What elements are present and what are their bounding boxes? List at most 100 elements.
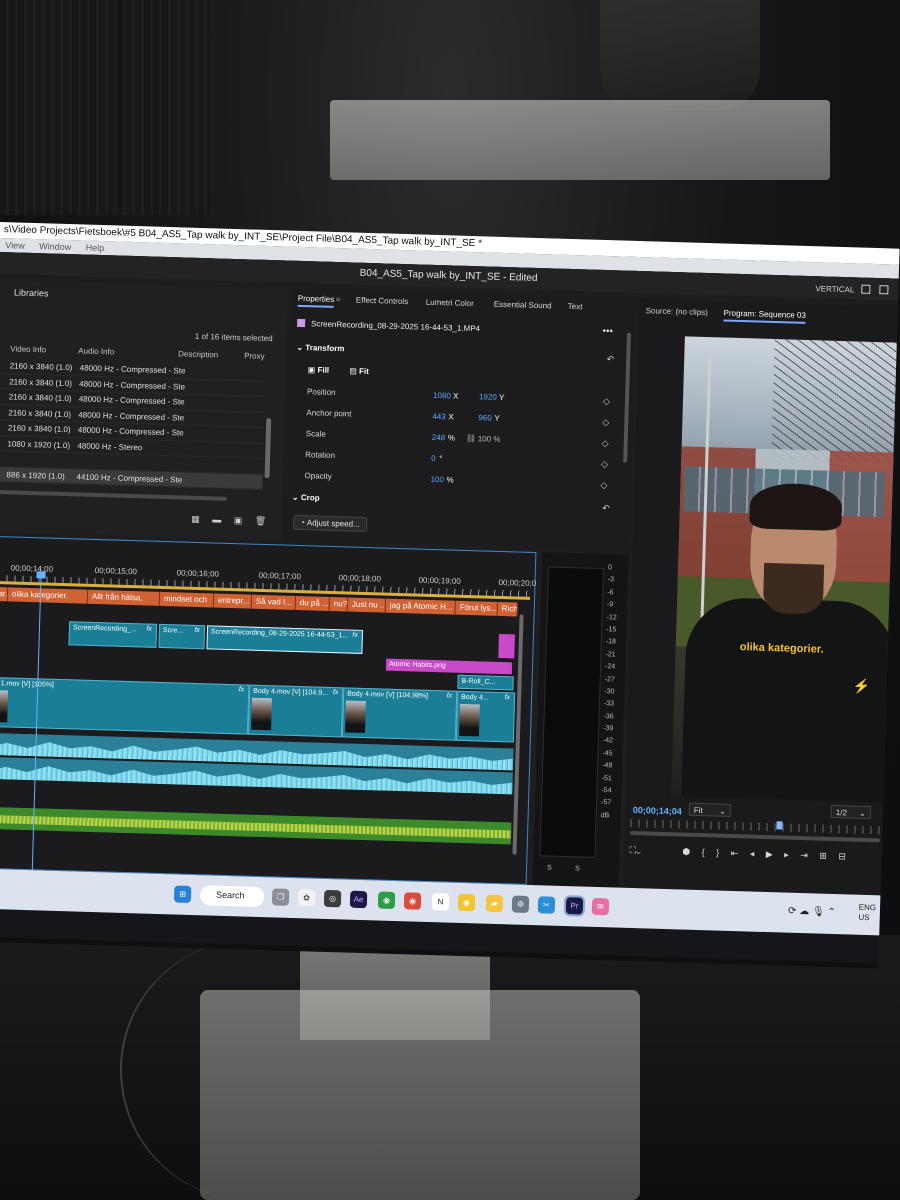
workspace-label[interactable]: VERTICAL — [815, 284, 854, 294]
col-video-info[interactable]: Video Info — [10, 344, 46, 354]
step-back-icon[interactable]: ◂ — [750, 849, 755, 859]
tab-essential-sound[interactable]: Essential Sound — [494, 300, 552, 311]
caption-clip[interactable]: mindset och — [159, 591, 215, 608]
project-hscrollbar[interactable] — [0, 489, 227, 501]
col-description[interactable]: Description — [178, 349, 218, 359]
marker-icon[interactable]: ⬢ — [682, 847, 690, 857]
program-timecode[interactable]: 00;00;14;04 — [633, 805, 682, 816]
anchor-x[interactable]: 443 — [432, 412, 446, 421]
chevron-up-icon[interactable]: ⌃ — [827, 907, 836, 918]
panel-icon[interactable] — [861, 284, 871, 294]
notion-icon[interactable]: N — [431, 893, 450, 911]
position-y[interactable]: 1920 — [479, 392, 497, 402]
caption-clip[interactable]: Just nu ... — [347, 597, 386, 613]
chrome-canary-icon[interactable]: ◉ — [457, 893, 476, 912]
reset-crop-icon[interactable]: ↶ — [602, 503, 610, 514]
broll-clip[interactable]: B-Roll_C... — [457, 674, 514, 691]
keyframe-icon[interactable]: ◇ — [603, 396, 610, 407]
caption-clip[interactable]: Förut lys... — [455, 600, 498, 616]
snipping-tool-icon[interactable]: ✂ — [537, 896, 556, 914]
play-icon[interactable]: ▶ — [766, 849, 773, 859]
folder-icon[interactable]: ▬ — [212, 514, 221, 524]
graphic-clip-atomic-habits[interactable]: Atomic Habits.png — [385, 658, 513, 675]
caption-clip[interactable]: Så vad I... — [251, 594, 297, 610]
scale-value[interactable]: 248 — [432, 433, 446, 442]
solo-left-button[interactable]: S — [547, 865, 552, 872]
rotation-value[interactable]: 0 — [431, 454, 436, 463]
fill-button[interactable]: ▣ Fill — [308, 365, 330, 375]
adjust-speed-button[interactable]: ◔ Adjust speed... — [292, 514, 367, 533]
program-playhead[interactable] — [776, 821, 783, 830]
tab-text[interactable]: Text — [568, 302, 583, 311]
video-clip-selected[interactable]: ScreenRecording_08-29-2025 16-44-53_1...… — [206, 625, 364, 654]
taskbar-search[interactable]: Search — [199, 885, 265, 908]
widgets-icon[interactable]: ✿ — [297, 889, 316, 907]
refresh-icon[interactable]: ⟳ — [788, 906, 797, 917]
tab-lumetri-color[interactable]: Lumetri Color — [426, 298, 474, 308]
start-icon[interactable]: ⊞ — [173, 885, 192, 903]
chrome-profile-icon[interactable]: ◉ — [403, 892, 422, 910]
step-forward-icon[interactable]: ▸ — [784, 850, 789, 860]
extract-icon[interactable]: ⊟ — [838, 851, 846, 861]
davinci-icon[interactable]: ◎ — [323, 889, 342, 908]
video-clip[interactable]: ScreenRecording_... fx — [68, 621, 158, 648]
chrome-icon[interactable]: ◉ — [377, 891, 396, 910]
properties-scrollbar[interactable] — [623, 332, 631, 463]
trash-icon[interactable]: 🗑 — [255, 516, 267, 526]
reset-transform-icon[interactable]: ↶ — [606, 354, 615, 365]
timeline-playhead-handle[interactable] — [36, 571, 46, 579]
cloud-icon[interactable]: ☁ — [799, 906, 809, 917]
solo-right-button[interactable]: S — [575, 865, 580, 872]
tab-source[interactable]: Source: (no clips) — [646, 306, 708, 317]
mic-icon[interactable]: 🎙 — [812, 906, 825, 917]
main-video-clip[interactable]: Body 4.mov [V] [104.98%] fx — [341, 687, 458, 741]
menu-help[interactable]: Help — [86, 243, 105, 254]
resolution-select[interactable]: 1/2 ⌄ — [830, 804, 872, 820]
after-effects-icon[interactable]: Ae — [349, 890, 368, 909]
caption-clip[interactable]: jag på Atomic H... — [385, 598, 456, 615]
lift-icon[interactable]: ⊞ — [819, 851, 827, 861]
keyframe-icon[interactable]: ◇ — [601, 459, 608, 470]
col-proxy[interactable]: Proxy — [244, 351, 265, 361]
col-audio-info[interactable]: Audio Info — [78, 346, 114, 356]
anchor-y[interactable]: 960 — [478, 413, 492, 422]
language-indicator[interactable]: ENG US — [858, 903, 876, 924]
go-to-out-icon[interactable]: ⇥ — [800, 850, 808, 860]
main-video-clip[interactable]: Body 4... fx — [455, 690, 516, 743]
opacity-value[interactable]: 100 — [430, 475, 444, 484]
keyframe-icon[interactable]: ◇ — [602, 417, 609, 428]
caption-clip[interactable]: Allt från hälsa, — [87, 589, 161, 606]
menu-view[interactable]: View — [5, 240, 25, 251]
caption-clip[interactable]: olika kategorier. — [7, 587, 89, 604]
graphic-clip[interactable] — [498, 633, 515, 659]
keyframe-icon[interactable]: ◇ — [600, 480, 607, 491]
position-x[interactable]: 1080 — [433, 391, 451, 401]
music-clip[interactable] — [0, 806, 512, 845]
caption-clip[interactable]: entrepr... — [213, 593, 253, 609]
go-to-in-icon[interactable]: ⇤ — [731, 848, 739, 858]
safe-margins-icon[interactable]: ⛶⌄ — [629, 845, 640, 855]
mark-in-icon[interactable]: { — [702, 847, 705, 857]
settings-icon[interactable]: ⚙ — [511, 895, 530, 913]
main-video-clip[interactable]: Body 4.mov [V] [104.9... fx — [247, 684, 344, 738]
crop-section[interactable]: ⌄ Crop — [292, 493, 320, 503]
messenger-icon[interactable]: ✉ — [591, 897, 610, 916]
tab-properties[interactable]: Properties — [297, 293, 335, 308]
file-explorer-icon[interactable]: ▰ — [485, 894, 504, 913]
more-options-icon[interactable]: ••• — [602, 326, 613, 337]
tab-libraries[interactable]: Libraries — [14, 287, 49, 298]
task-view-icon[interactable]: ❐ — [271, 888, 290, 906]
mark-out-icon[interactable]: } — [716, 848, 719, 858]
project-scrollbar[interactable] — [264, 417, 272, 479]
premiere-pro-icon[interactable]: Pr — [563, 895, 586, 917]
bin-icon[interactable]: ▦ — [191, 514, 200, 524]
transform-section[interactable]: ⌄ Transform — [296, 343, 344, 353]
caption-clip[interactable]: du på ... — [295, 595, 331, 611]
tab-program[interactable]: Program: Sequence 03 — [723, 308, 806, 324]
caption-clip[interactable]: Rich — [497, 601, 518, 617]
new-item-icon[interactable]: ▣ — [234, 515, 243, 525]
video-clip[interactable]: Scre... fx — [158, 623, 206, 650]
fit-button[interactable]: ▤ Fit — [349, 366, 369, 376]
share-icon[interactable] — [879, 285, 889, 295]
zoom-select[interactable]: Fit ⌄ — [688, 802, 732, 817]
